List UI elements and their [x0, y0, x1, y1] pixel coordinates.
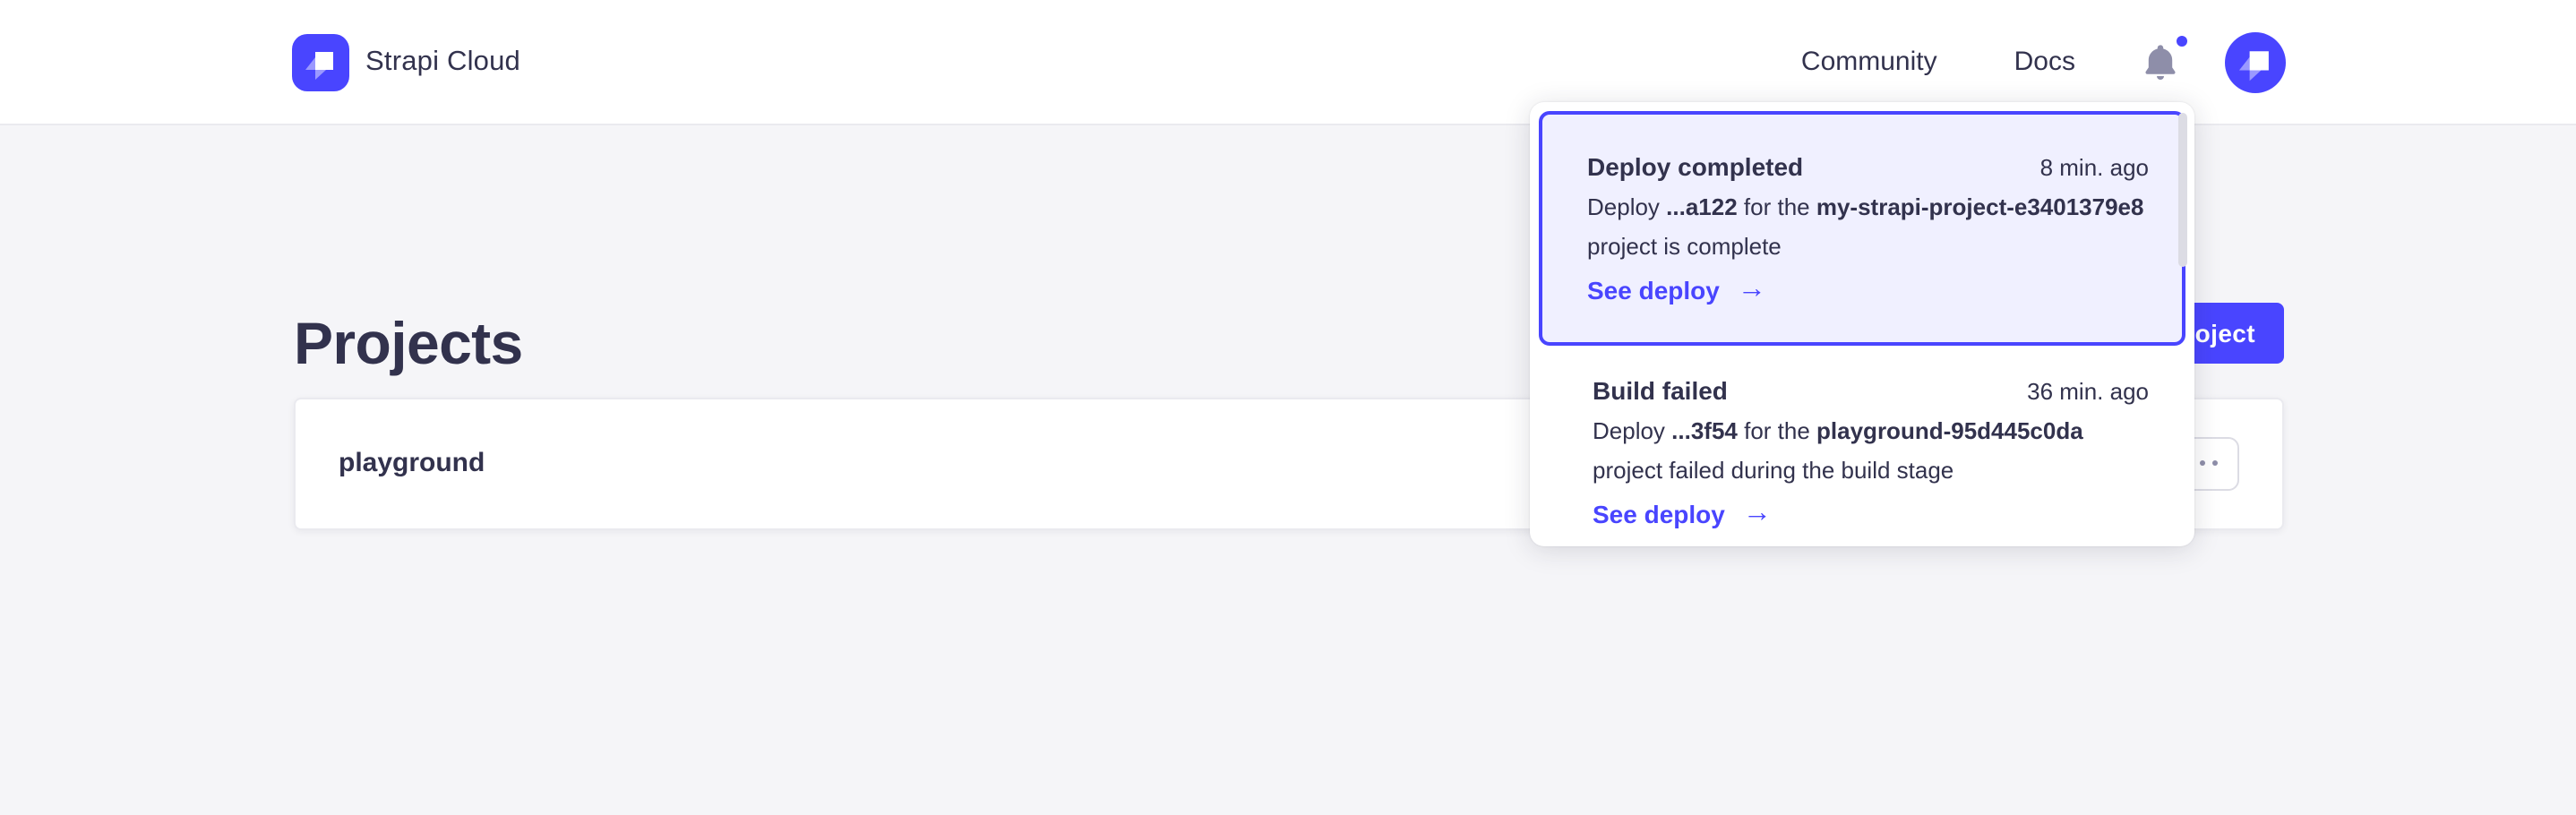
see-deploy-link[interactable]: See deploy → [1587, 270, 1766, 309]
scrollbar-thumb[interactable] [2178, 112, 2187, 266]
brand-name: Strapi Cloud [365, 46, 520, 78]
project-ref: my-strapi-project-e3401379e8 [1816, 193, 2144, 219]
notification-build-failed[interactable]: Build failed 36 min. ago Deploy ...3f54 … [1539, 345, 2185, 533]
user-avatar-button[interactable] [2224, 31, 2285, 92]
page-title: Projects [294, 308, 523, 380]
notifications-dropdown: Deploy completed 8 min. ago Deploy ...a1… [1530, 101, 2194, 545]
notification-title: Build failed [1593, 370, 1728, 409]
project-name: playground [339, 448, 485, 478]
top-navigation: Community Docs [1801, 31, 2285, 92]
notifications-bell-button[interactable] [2140, 40, 2179, 83]
notification-body: Deploy ...a122 for the my-strapi-project… [1587, 187, 2149, 266]
bell-icon [2140, 40, 2179, 83]
arrow-right-icon: → [1743, 493, 1772, 533]
notification-title: Deploy completed [1587, 146, 1803, 185]
strapi-logo-icon [292, 33, 349, 90]
notification-time: 8 min. ago [2040, 148, 2149, 187]
notification-header: Deploy completed 8 min. ago [1587, 146, 2149, 187]
deploy-hash: ...3f54 [1671, 416, 1738, 443]
notification-header: Build failed 36 min. ago [1593, 370, 2149, 411]
nav-link-community[interactable]: Community [1801, 47, 1937, 77]
see-deploy-link[interactable]: See deploy → [1593, 493, 1772, 533]
unread-indicator-dot [2176, 35, 2186, 46]
nav-link-docs[interactable]: Docs [2014, 47, 2075, 77]
deploy-hash: ...a122 [1666, 193, 1738, 219]
project-ref: playground-95d445c0da [1816, 416, 2083, 443]
app-root: Strapi Cloud Community Docs Pr [0, 0, 2576, 815]
arrow-right-icon: → [1738, 270, 1766, 309]
brand[interactable]: Strapi Cloud [292, 33, 520, 90]
notification-body: Deploy ...3f54 for the playground-95d445… [1593, 411, 2149, 490]
avatar-strapi-icon [2224, 31, 2285, 92]
notification-deploy-completed[interactable]: Deploy completed 8 min. ago Deploy ...a1… [1539, 110, 2185, 345]
notification-time: 36 min. ago [2027, 372, 2149, 411]
